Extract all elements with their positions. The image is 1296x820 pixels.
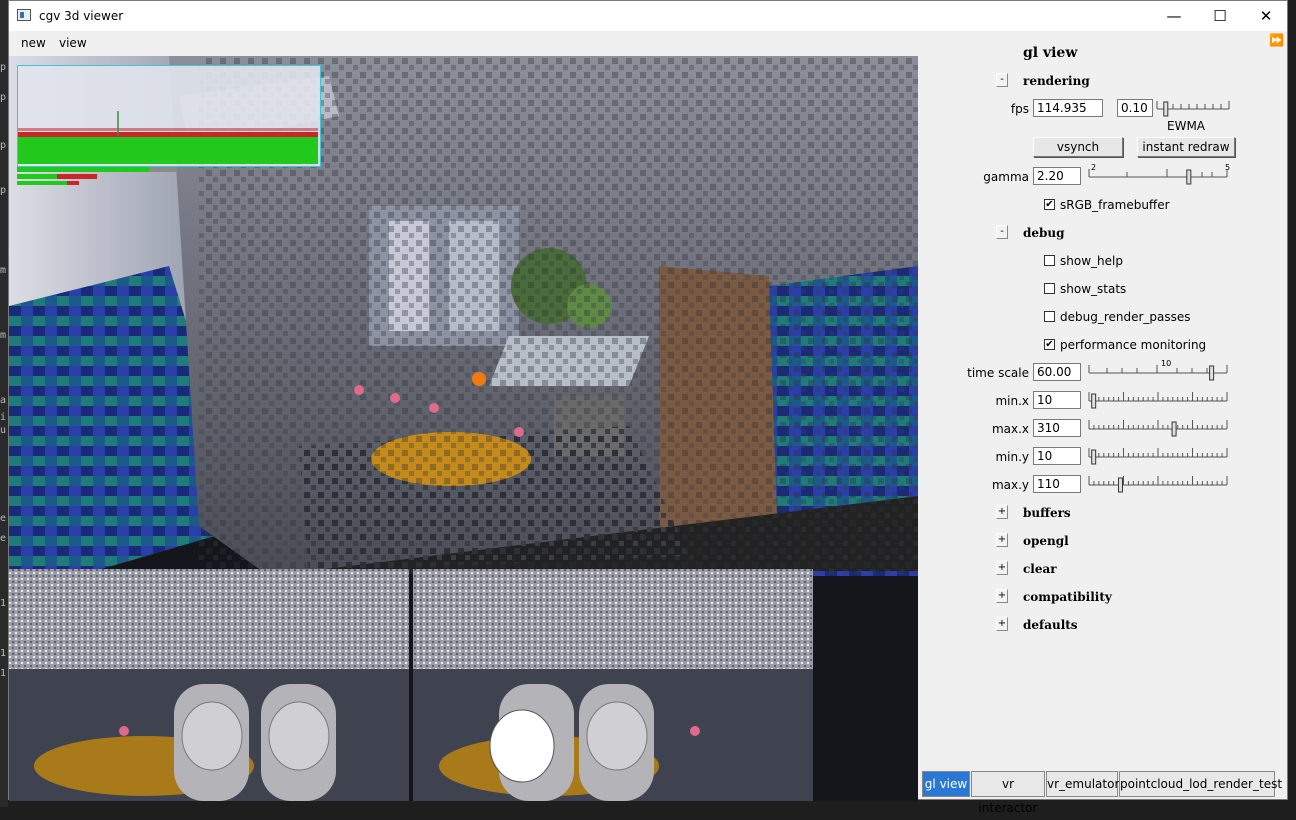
show-help-checkbox[interactable] <box>1044 255 1055 266</box>
max-y-field[interactable]: 110 <box>1033 475 1081 493</box>
3d-viewport[interactable] <box>9 56 918 801</box>
title-bar[interactable]: cgv 3d viewer — ☐ ✕ <box>9 1 1287 31</box>
performance-monitoring-checkbox[interactable]: ✔ <box>1044 339 1055 350</box>
buffers-toggle[interactable]: + <box>996 505 1008 519</box>
perf-bar-3 <box>17 181 67 185</box>
slider-thumb[interactable] <box>1171 421 1177 437</box>
window-title: cgv 3d viewer <box>39 9 124 23</box>
max-y-slider-track <box>1088 476 1228 493</box>
max-y-slider[interactable] <box>1087 473 1231 493</box>
max-y-label: max.y <box>991 478 1029 492</box>
performance-monitor <box>17 65 321 167</box>
defaults-label: defaults <box>1023 618 1078 632</box>
debug-render-passes-label: debug_render_passes <box>1060 310 1191 324</box>
min-y-slider[interactable] <box>1087 445 1231 465</box>
time-scale-label: time scale <box>967 366 1029 380</box>
perf-bar-2 <box>17 174 57 179</box>
min-y-field[interactable]: 10 <box>1033 447 1081 465</box>
background-window-edge: pp pp mm ai ue e1 11 <box>0 0 8 807</box>
opengl-toggle[interactable]: + <box>996 533 1008 547</box>
control-panel: gl view ⏩ - rendering fps 114.935 0.10 E… <box>919 31 1287 771</box>
tab-pointcloud-lod-render-test[interactable]: pointcloud_lod_render_test <box>1119 771 1282 797</box>
panel-title: gl view <box>1023 45 1078 61</box>
min-y-label: min.y <box>995 450 1029 464</box>
min-x-slider[interactable] <box>1087 389 1231 409</box>
max-x-slider[interactable] <box>1087 417 1231 437</box>
compatibility-label: compatibility <box>1023 590 1112 604</box>
ewma-slider[interactable] <box>1155 97 1233 117</box>
debug-label: debug <box>1023 226 1065 240</box>
max-x-field[interactable]: 310 <box>1033 419 1081 437</box>
show-help-label: show_help <box>1060 254 1123 268</box>
panel-expand-icon[interactable]: ⏩ <box>1269 33 1284 47</box>
fps-field[interactable]: 114.935 <box>1033 99 1103 117</box>
gamma-slider[interactable] <box>1087 165 1231 185</box>
buffers-label: buffers <box>1023 506 1071 520</box>
show-stats-label: show_stats <box>1060 282 1127 296</box>
srgb-label: sRGB_framebuffer <box>1060 198 1170 212</box>
perf-graph <box>18 111 318 164</box>
show-stats-checkbox[interactable] <box>1044 283 1055 294</box>
instant-redraw-button[interactable]: instant redraw <box>1137 137 1235 157</box>
menu-new[interactable]: new <box>21 36 46 50</box>
maximize-button[interactable]: ☐ <box>1197 1 1243 31</box>
perf-bar-2b <box>57 174 97 179</box>
max-x-slider-track <box>1088 420 1228 437</box>
gamma-label: gamma <box>983 170 1029 184</box>
max-x-label: max.x <box>991 422 1029 436</box>
ewma-label: EWMA <box>1167 119 1206 133</box>
defaults-toggle[interactable]: + <box>996 617 1008 631</box>
min-x-slider-track <box>1088 392 1228 409</box>
minimize-button[interactable]: — <box>1151 1 1197 31</box>
fps-label: fps <box>1010 102 1029 116</box>
slider-thumb[interactable] <box>1091 393 1097 409</box>
menu-view[interactable]: view <box>59 36 87 50</box>
debug-toggle[interactable]: - <box>996 225 1008 239</box>
vsynch-button[interactable]: vsynch <box>1033 137 1123 157</box>
debug-render-passes-checkbox[interactable] <box>1044 311 1055 322</box>
slider-thumb[interactable] <box>1209 365 1215 381</box>
min-x-field[interactable]: 10 <box>1033 391 1081 409</box>
clear-label: clear <box>1023 562 1057 576</box>
main-window: cgv 3d viewer — ☐ ✕ new view gl view ⏩ -… <box>8 0 1288 815</box>
perf-bar-1b <box>149 167 177 172</box>
slider-thumb[interactable] <box>1091 449 1097 465</box>
srgb-checkbox[interactable]: ✔ <box>1044 199 1055 210</box>
app-window-icon <box>17 9 31 21</box>
compatibility-toggle[interactable]: + <box>996 589 1008 603</box>
tab-vr-emulator[interactable]: vr_emulator <box>1046 771 1119 797</box>
ewma-slider-track <box>1156 101 1230 117</box>
ewma-field[interactable]: 0.10 <box>1117 99 1153 117</box>
gamma-slider-track <box>1088 169 1228 185</box>
slider-thumb[interactable] <box>1163 101 1169 117</box>
clear-toggle[interactable]: + <box>996 561 1008 575</box>
time-scale-track <box>1088 365 1228 381</box>
time-scale-field[interactable]: 60.00 <box>1033 363 1081 381</box>
opengl-label: opengl <box>1023 534 1069 548</box>
slider-thumb[interactable] <box>1117 477 1123 493</box>
close-button[interactable]: ✕ <box>1243 1 1289 31</box>
min-x-label: min.x <box>995 394 1029 408</box>
rendering-toggle[interactable]: - <box>996 73 1008 87</box>
gamma-field[interactable]: 2.20 <box>1033 167 1081 185</box>
time-scale-slider[interactable] <box>1087 361 1231 381</box>
performance-monitoring-label: performance monitoring <box>1060 338 1207 352</box>
rendering-label: rendering <box>1023 74 1090 88</box>
slider-thumb[interactable] <box>1186 169 1192 185</box>
perf-bar-3b <box>67 181 79 185</box>
tab-vr-interactor[interactable]: vr interactor <box>971 771 1045 815</box>
min-y-slider-track <box>1088 448 1228 465</box>
tab-gl-view[interactable]: gl view <box>922 771 970 797</box>
